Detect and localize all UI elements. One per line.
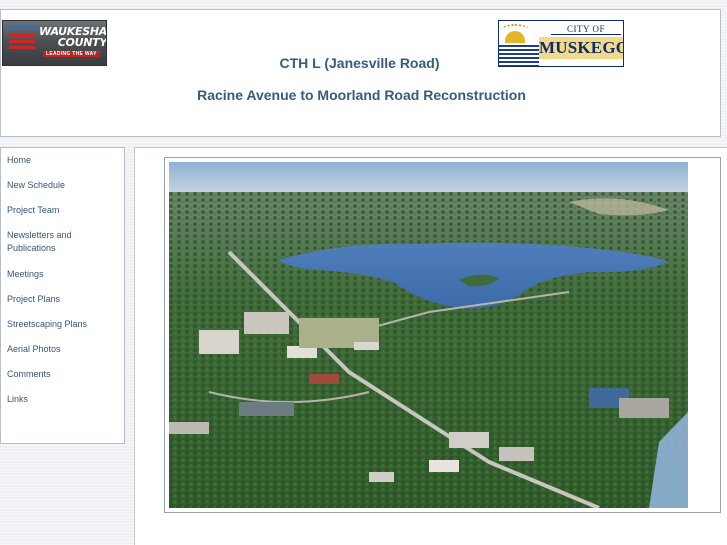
photo-frame bbox=[164, 157, 721, 513]
page-subtitle: Racine Avenue to Moorland Road Reconstru… bbox=[197, 87, 526, 103]
city-of-muskego-logo[interactable]: CITY OF MUSKEGO bbox=[498, 20, 624, 67]
muskego-logo-name: MUSKEGO bbox=[539, 37, 624, 59]
aerial-photo bbox=[169, 162, 688, 508]
nav-item-newsletters-publications[interactable]: Newsletters and Publications bbox=[7, 229, 87, 255]
nav-item-comments[interactable]: Comments bbox=[7, 368, 117, 381]
nav-item-links[interactable]: Links bbox=[7, 393, 117, 406]
main-content bbox=[134, 147, 727, 545]
nav-item-home[interactable]: Home bbox=[7, 154, 117, 167]
nav-item-new-schedule[interactable]: New Schedule bbox=[7, 179, 117, 192]
nav-item-streetscaping-plans[interactable]: Streetscaping Plans bbox=[7, 318, 117, 331]
sidebar-nav: Home New Schedule Project Team Newslette… bbox=[0, 147, 125, 444]
waukesha-logo-name: WAUKESHA COUNTY bbox=[39, 25, 107, 49]
page-header: WAUKESHA COUNTY LEADING THE WAY CTH L (J… bbox=[0, 9, 721, 137]
nav-item-project-team[interactable]: Project Team bbox=[7, 204, 117, 217]
nav-item-aerial-photos[interactable]: Aerial Photos bbox=[7, 343, 117, 356]
nav-item-project-plans[interactable]: Project Plans bbox=[7, 293, 117, 306]
muskego-logo-prefix: CITY OF bbox=[551, 24, 621, 35]
water-icon bbox=[499, 45, 539, 66]
nav-item-meetings[interactable]: Meetings bbox=[7, 268, 117, 281]
